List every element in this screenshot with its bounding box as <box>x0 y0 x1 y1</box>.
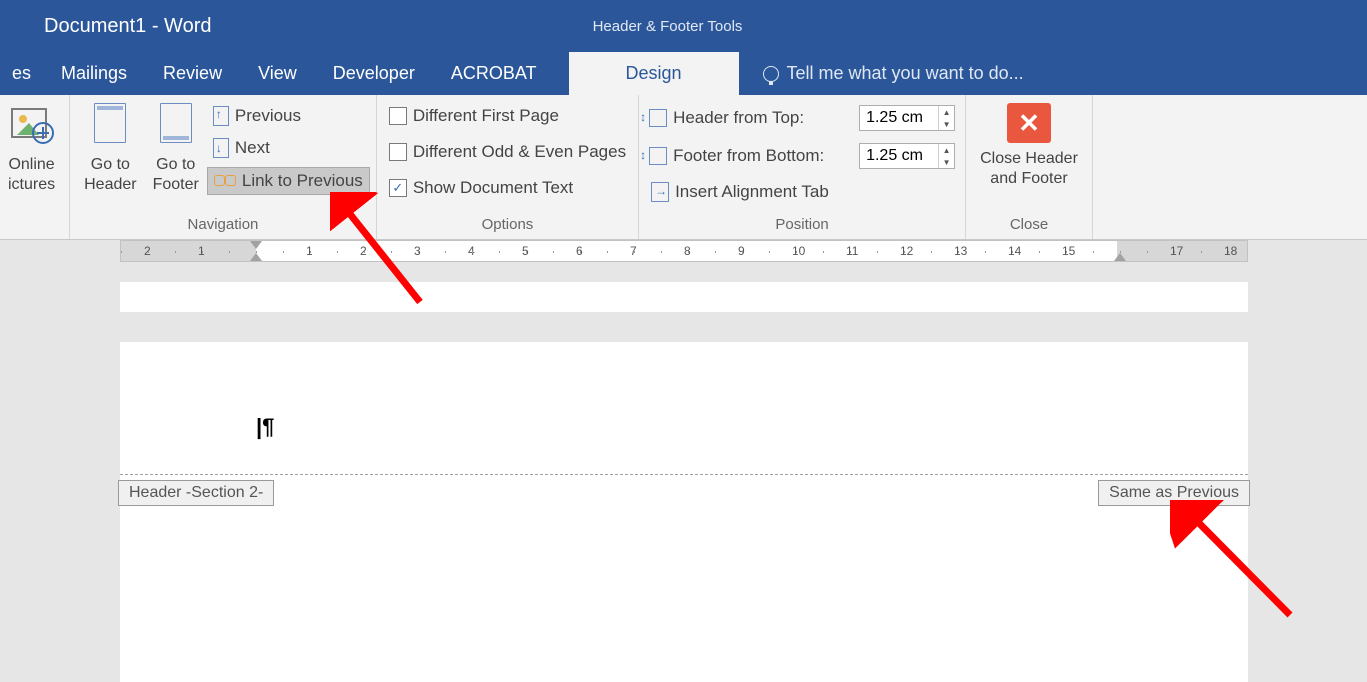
tab-view[interactable]: View <box>240 52 315 95</box>
group-position: Header from Top: ▲▼ Footer from Bottom: … <box>639 95 966 239</box>
titlebar: Document1 - Word Header & Footer Tools <box>0 0 1367 52</box>
footer-from-bottom-field[interactable] <box>860 144 938 168</box>
different-odd-even-checkbox[interactable]: Different Odd & Even Pages <box>383 139 632 165</box>
header-from-top-label: Header from Top: <box>673 108 853 128</box>
online-pictures-button[interactable]: Online ictures <box>0 99 63 195</box>
tell-me-search[interactable]: Tell me what you want to do... <box>763 52 1024 95</box>
different-first-page-label: Different First Page <box>413 106 559 126</box>
group-options: Different First Page Different Odd & Eve… <box>377 95 639 239</box>
online-pictures-label-2: ictures <box>8 175 55 195</box>
go-to-footer-icon <box>153 103 199 149</box>
checkbox-empty-icon <box>389 107 407 125</box>
go-to-footer-l2: Footer <box>153 175 199 195</box>
footer-from-bottom-icon <box>649 147 667 165</box>
ribbon-tabs: es Mailings Review View Developer ACROBA… <box>0 52 1367 95</box>
horizontal-ruler[interactable]: 211234567891011121314151718 <box>120 240 1248 262</box>
show-document-text-label: Show Document Text <box>413 178 573 198</box>
tab-acrobat[interactable]: ACROBAT <box>433 52 555 95</box>
previous-page-fragment <box>120 282 1248 312</box>
insert-alignment-tab-button[interactable]: Insert Alignment Tab <box>645 179 959 205</box>
tab-design[interactable]: Design <box>569 52 739 95</box>
go-to-header-button[interactable]: Go to Header <box>76 99 144 195</box>
step-up-icon[interactable]: ▲ <box>939 144 954 156</box>
different-odd-even-label: Different Odd & Even Pages <box>413 142 626 162</box>
same-as-previous-tag: Same as Previous <box>1098 480 1250 506</box>
link-to-previous-button[interactable]: Link to Previous <box>207 167 370 195</box>
next-label: Next <box>235 138 270 158</box>
online-pictures-icon <box>9 103 55 149</box>
group-navigation: Go to Header Go to Footer Previous Next <box>70 95 377 239</box>
go-to-header-l2: Header <box>84 175 136 195</box>
previous-label: Previous <box>235 106 301 126</box>
checkbox-checked-icon: ✓ <box>389 179 407 197</box>
group-label-options: Options <box>383 214 632 239</box>
checkbox-empty-icon <box>389 143 407 161</box>
header-from-top-field[interactable] <box>860 106 938 130</box>
previous-icon <box>213 106 229 126</box>
go-to-footer-button[interactable]: Go to Footer <box>145 99 207 195</box>
go-to-header-icon <box>87 103 133 149</box>
link-to-previous-label: Link to Previous <box>242 171 363 191</box>
group-insert-partial: Online ictures <box>0 95 70 239</box>
document-area: |¶ Header -Section 2- Same as Previous <box>0 262 1367 682</box>
different-first-page-checkbox[interactable]: Different First Page <box>383 103 632 129</box>
footer-from-bottom-label: Footer from Bottom: <box>673 146 853 166</box>
next-button[interactable]: Next <box>207 135 370 161</box>
tab-mailings[interactable]: Mailings <box>43 52 145 95</box>
go-to-footer-l1: Go to <box>153 155 199 175</box>
document-title: Document1 - Word <box>0 15 211 38</box>
page[interactable]: |¶ Header -Section 2- Same as Previous <box>120 342 1248 682</box>
link-to-previous-icon <box>214 172 236 190</box>
footer-from-bottom-input[interactable]: ▲▼ <box>859 143 955 169</box>
tab-partial[interactable]: es <box>0 52 43 95</box>
ribbon: Online ictures Go to Header Go to Footer… <box>0 95 1367 240</box>
tab-review[interactable]: Review <box>145 52 240 95</box>
header-section-tag: Header -Section 2- <box>118 480 274 506</box>
tab-developer[interactable]: Developer <box>315 52 433 95</box>
ruler-area: 211234567891011121314151718 <box>0 240 1367 262</box>
insert-alignment-tab-label: Insert Alignment Tab <box>675 182 829 202</box>
step-down-icon[interactable]: ▼ <box>939 156 954 168</box>
close-label-2: and Footer <box>980 169 1078 189</box>
close-label-1: Close Header <box>980 149 1078 169</box>
group-label-position: Position <box>645 214 959 239</box>
close-header-footer-button[interactable]: ✕ Close Header and Footer <box>972 99 1086 189</box>
group-label-navigation: Navigation <box>76 214 370 239</box>
show-document-text-checkbox[interactable]: ✓ Show Document Text <box>383 175 632 201</box>
close-icon: ✕ <box>1007 103 1051 143</box>
header-separator <box>120 474 1248 475</box>
tell-me-placeholder: Tell me what you want to do... <box>787 63 1024 84</box>
group-label-close: Close <box>972 214 1086 239</box>
next-icon <box>213 138 229 158</box>
go-to-header-l1: Go to <box>84 155 136 175</box>
previous-button[interactable]: Previous <box>207 103 370 129</box>
group-label-blank <box>0 214 63 239</box>
contextual-tab-title: Header & Footer Tools <box>575 0 760 52</box>
text-cursor: |¶ <box>256 414 274 440</box>
header-from-top-input[interactable]: ▲▼ <box>859 105 955 131</box>
lightbulb-icon <box>763 66 779 82</box>
online-pictures-label-1: Online <box>8 155 55 175</box>
header-from-top-icon <box>649 109 667 127</box>
step-down-icon[interactable]: ▼ <box>939 118 954 130</box>
step-up-icon[interactable]: ▲ <box>939 106 954 118</box>
group-close: ✕ Close Header and Footer Close <box>966 95 1093 239</box>
insert-alignment-tab-icon <box>651 182 669 202</box>
